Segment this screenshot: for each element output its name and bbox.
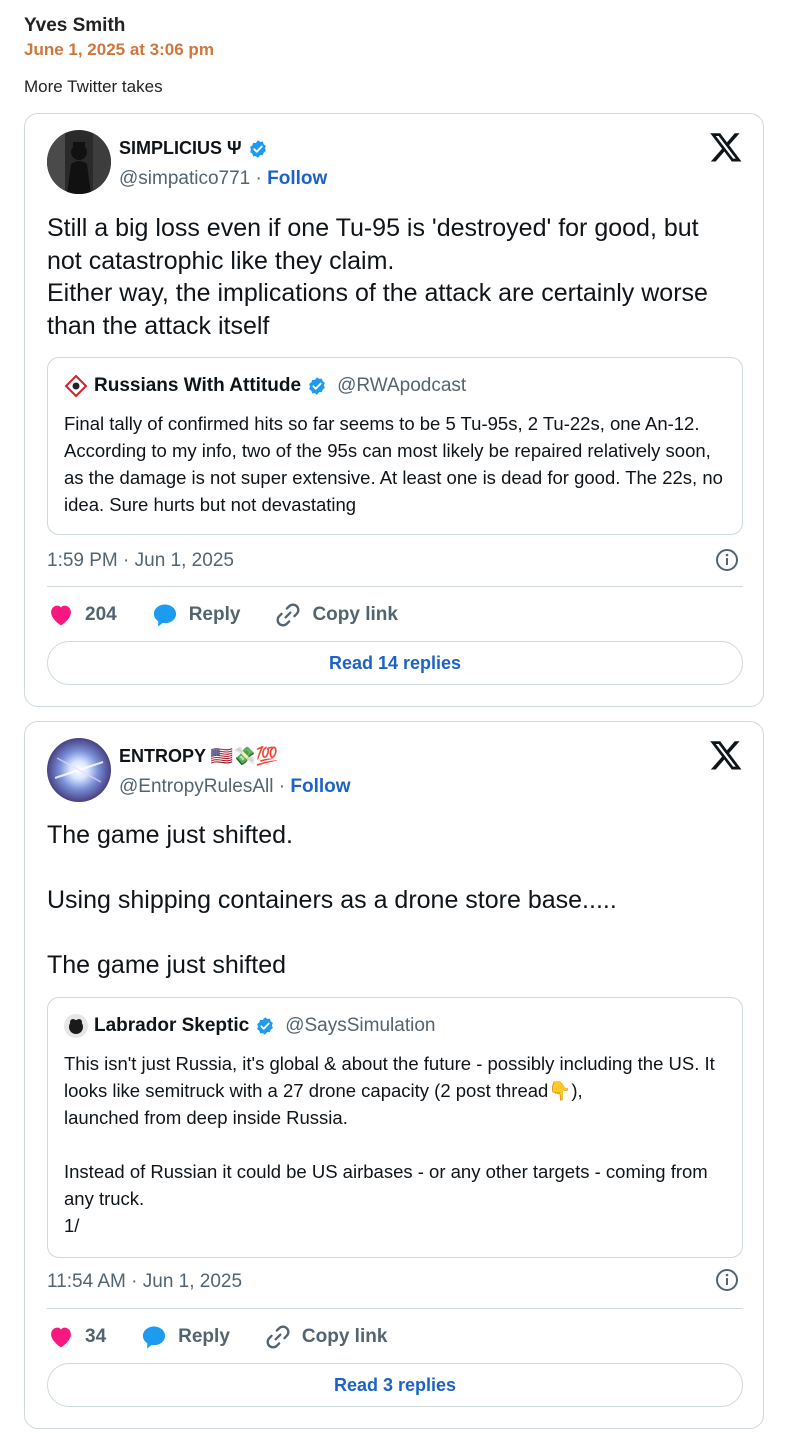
quoted-text: Final tally of confirmed hits so far see… bbox=[64, 413, 729, 515]
quoted-text: This isn't just Russia, it's global & ab… bbox=[64, 1053, 715, 1236]
tweet-card: ENTROPY 🇺🇸💸💯 @EntropyRulesAll · Follow T… bbox=[24, 721, 764, 1429]
tweet-text: Still a big loss even if one Tu-95 is 'd… bbox=[47, 214, 708, 340]
reply-label: Reply bbox=[178, 1326, 230, 1347]
divider bbox=[47, 586, 743, 587]
link-icon bbox=[276, 603, 300, 627]
display-name-text[interactable]: SIMPLICIUS Ψ bbox=[119, 138, 242, 159]
heart-icon bbox=[51, 1327, 71, 1348]
reply-button[interactable]: Reply bbox=[140, 1323, 230, 1351]
comment-author: Yves Smith bbox=[24, 15, 126, 36]
quoted-handle: @RWApodcast bbox=[337, 375, 467, 396]
quoted-tweet-header: Labrador Skeptic @SaysSimulation bbox=[64, 1014, 435, 1038]
copy-link-label: Copy link bbox=[312, 604, 398, 625]
comment-text: More Twitter takes bbox=[24, 77, 163, 96]
quoted-avatar bbox=[64, 374, 88, 398]
quoted-name: Labrador Skeptic bbox=[94, 1015, 250, 1036]
comment-date[interactable]: June 1, 2025 at 3:06 pm bbox=[24, 40, 214, 60]
quoted-tweet-header: Russians With Attitude @RWApodcast bbox=[64, 374, 466, 398]
quoted-tweet[interactable]: Russians With Attitude @RWApodcast Final… bbox=[47, 357, 743, 535]
like-count: 204 bbox=[85, 604, 117, 625]
like-count: 34 bbox=[85, 1326, 107, 1347]
like-button[interactable]: 204 bbox=[47, 601, 117, 629]
copy-link-button[interactable]: Copy link bbox=[264, 1323, 388, 1351]
copy-link-button[interactable]: Copy link bbox=[274, 601, 398, 629]
follow-button[interactable]: Follow bbox=[267, 168, 327, 189]
reply-bubble-icon bbox=[153, 604, 176, 627]
tweet-card: SIMPLICIUS Ψ @simpatico771 · Follow Stil… bbox=[24, 113, 764, 707]
quoted-tweet[interactable]: Labrador Skeptic @SaysSimulation This is… bbox=[47, 997, 743, 1258]
x-logo-icon[interactable] bbox=[709, 130, 743, 164]
display-name-text[interactable]: ENTROPY 🇺🇸💸💯 bbox=[119, 746, 278, 767]
verified-badge-icon bbox=[309, 377, 325, 395]
read-replies-button[interactable]: Read 3 replies bbox=[47, 1363, 743, 1407]
separator: · bbox=[255, 168, 262, 189]
quoted-handle: @SaysSimulation bbox=[285, 1015, 436, 1036]
handle[interactable]: @EntropyRulesAll bbox=[119, 776, 273, 797]
heart-icon bbox=[51, 605, 71, 626]
action-bar: 34 Reply Copy link bbox=[47, 1323, 421, 1351]
display-name[interactable]: ENTROPY 🇺🇸💸💯 bbox=[119, 746, 278, 767]
info-icon[interactable] bbox=[715, 548, 739, 572]
follow-button[interactable]: Follow bbox=[290, 776, 350, 797]
link-icon bbox=[266, 1325, 290, 1349]
timestamp[interactable]: 11:54 AM · Jun 1, 2025 bbox=[47, 1271, 242, 1293]
verified-badge-icon bbox=[249, 139, 266, 158]
info-icon[interactable] bbox=[715, 1268, 739, 1292]
handle[interactable]: @simpatico771 bbox=[119, 168, 250, 189]
avatar[interactable] bbox=[47, 738, 111, 802]
quoted-avatar bbox=[64, 1014, 88, 1038]
like-button[interactable]: 34 bbox=[47, 1323, 106, 1351]
avatar[interactable] bbox=[47, 130, 111, 194]
tweet-text: The game just shifted. Using shipping co… bbox=[47, 821, 617, 979]
separator: · bbox=[278, 776, 286, 797]
read-replies-button[interactable]: Read 14 replies bbox=[47, 641, 743, 685]
display-name[interactable]: SIMPLICIUS Ψ bbox=[119, 138, 268, 159]
timestamp[interactable]: 1:59 PM · Jun 1, 2025 bbox=[47, 550, 234, 572]
action-bar: 204 Reply Copy link bbox=[47, 601, 432, 629]
copy-link-label: Copy link bbox=[301, 1326, 388, 1347]
handle-line: @EntropyRulesAll · Follow bbox=[119, 776, 351, 798]
divider bbox=[47, 1308, 743, 1309]
quoted-name: Russians With Attitude bbox=[94, 375, 302, 396]
handle-line: @simpatico771 · Follow bbox=[119, 168, 327, 190]
reply-bubble-icon bbox=[143, 1326, 166, 1349]
x-logo-icon[interactable] bbox=[709, 738, 743, 772]
verified-badge-icon bbox=[257, 1017, 274, 1035]
reply-button[interactable]: Reply bbox=[151, 601, 241, 629]
reply-label: Reply bbox=[188, 604, 241, 625]
